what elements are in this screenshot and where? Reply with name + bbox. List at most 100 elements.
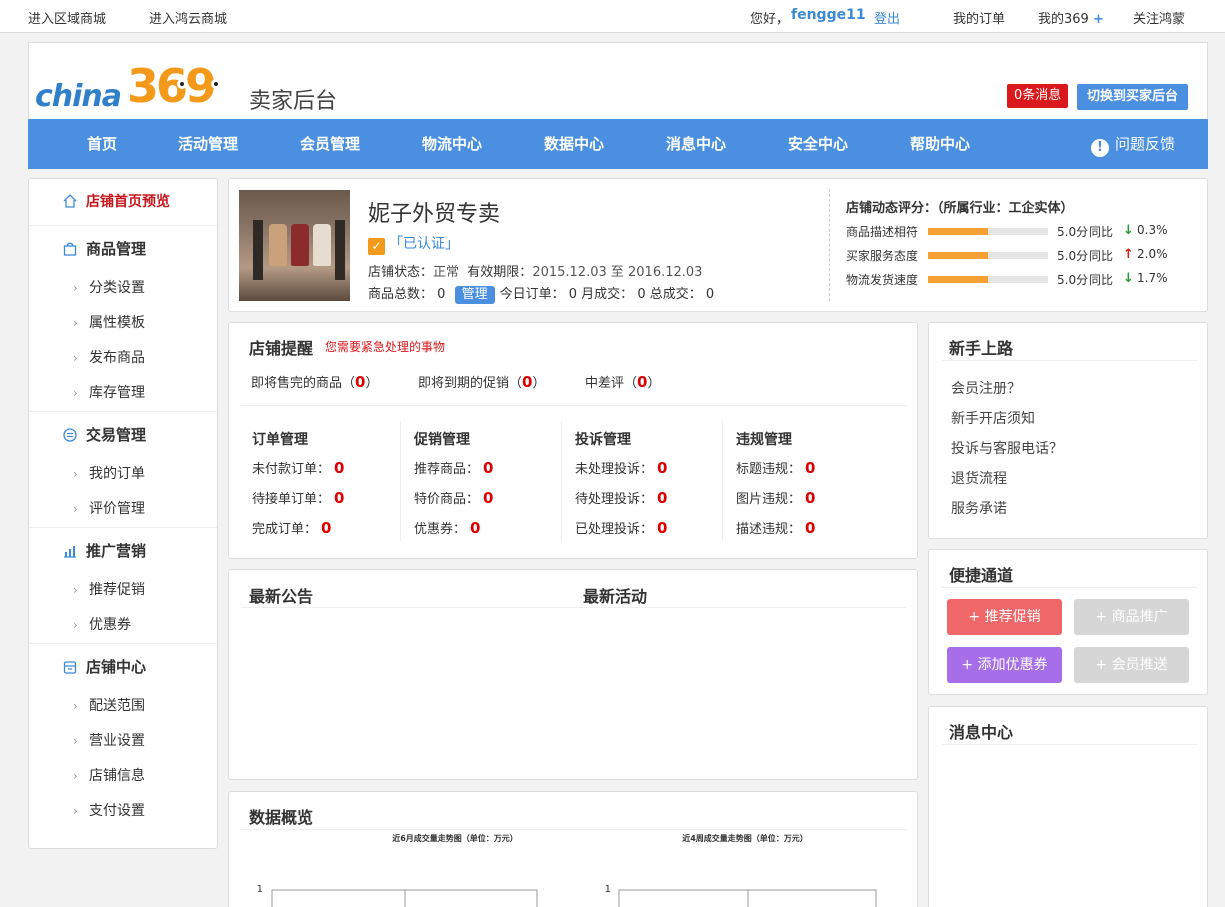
nav-item-home[interactable]: 首页 <box>87 119 117 169</box>
stat-item[interactable]: 完成订单： 0 <box>252 518 331 537</box>
nav-item-help[interactable]: 帮助中心 <box>910 119 970 169</box>
stat-item[interactable]: 优惠券： 0 <box>414 518 480 537</box>
stat-item[interactable]: 待接单订单： 0 <box>252 488 344 507</box>
stat-value: 0 <box>657 459 668 477</box>
valid-label: 有效期限： <box>467 265 533 280</box>
rating-label: 买家服务态度 <box>846 249 919 263</box>
sidebar-item-inventory[interactable]: 库存管理 <box>29 376 217 411</box>
newbie-link[interactable]: 会员注册？ <box>951 378 1021 398</box>
stat-value: 0 <box>657 489 668 507</box>
alert-item[interactable]: 即将售完的商品（0） <box>251 372 378 391</box>
stat-item[interactable]: 描述违规： 0 <box>736 518 815 537</box>
activities-title[interactable]: 最新活动 <box>583 583 647 607</box>
sidebar-item-publish[interactable]: 发布商品 <box>29 341 217 376</box>
manage-button[interactable]: 管理 <box>454 286 495 304</box>
sidebar-item-delivery[interactable]: 配送范围 <box>29 689 217 724</box>
section-title: 商品管理 <box>86 240 147 258</box>
stat-item[interactable]: 未处理投诉： 0 <box>575 458 667 477</box>
stat-label: 待接单订单： <box>252 492 331 507</box>
logo[interactable]: china 369 <box>35 57 241 114</box>
sidebar-item-reviews[interactable]: 评价管理 <box>29 492 217 527</box>
reminder-title: 店铺提醒 <box>249 339 314 358</box>
alert-bracket: （ <box>624 376 638 391</box>
reminder-subtitle: 您需要紧急处理的事物 <box>325 340 446 354</box>
username-link[interactable]: fengge11 <box>791 7 866 23</box>
nav-item-activity[interactable]: 活动管理 <box>178 119 238 169</box>
announcements-title[interactable]: 最新公告 <box>249 583 313 607</box>
goods-promo-button[interactable]: + 商品推广 <box>1074 599 1189 635</box>
newbie-link[interactable]: 服务承诺 <box>951 498 1007 518</box>
sidebar-item-coupon[interactable]: 优惠券 <box>29 608 217 643</box>
chart2-title: 近4周成交量走势图（单位：万元） <box>682 833 808 843</box>
total-value: 0 <box>437 287 446 302</box>
alert-bracket: ） <box>532 376 546 391</box>
member-push-button[interactable]: + 会员推送 <box>1074 647 1189 683</box>
messages-button[interactable]: 0条消息 <box>1007 84 1069 108</box>
column-title: 订单管理 <box>252 432 308 448</box>
msg-suffix: 条消息 <box>1022 88 1062 103</box>
chart1-ytick: 1 <box>257 884 263 895</box>
store-icon <box>63 661 77 674</box>
sidebar-item-my-orders[interactable]: 我的订单 <box>29 457 217 492</box>
sidebar-item-payment[interactable]: 支付设置 <box>29 794 217 829</box>
sidebar-item-business[interactable]: 营业设置 <box>29 724 217 759</box>
stat-item[interactable]: 待处理投诉： 0 <box>575 488 667 507</box>
nav-item-data[interactable]: 数据中心 <box>544 119 604 169</box>
rating-compare: 同比 <box>1089 249 1114 263</box>
alert-label: 即将售完的商品 <box>251 376 343 391</box>
follow-link[interactable]: 关注鸿蒙 <box>1133 8 1185 27</box>
region-mall-link[interactable]: 进入区域商城 <box>28 8 106 27</box>
quick-access-panel: 便捷通道 + 推荐促销 + 商品推广 + 添加优惠券 + 会员推送 <box>928 549 1208 695</box>
column-title: 促销管理 <box>414 432 470 448</box>
newbie-link[interactable]: 投诉与客服电话？ <box>951 438 1063 458</box>
rating-score: 5.0分 <box>1057 273 1089 287</box>
logo-number: 369 <box>127 59 217 113</box>
sidebar-section-marketing[interactable]: 推广营销 <box>29 527 217 573</box>
stat-item[interactable]: 推荐商品： 0 <box>414 458 493 477</box>
my369-link[interactable]: 我的369 + <box>1038 8 1104 27</box>
hongyun-mall-link[interactable]: 进入鸿云商城 <box>149 8 227 27</box>
newbie-link[interactable]: 新手开店须知 <box>951 408 1035 428</box>
feedback-label: 问题反馈 <box>1115 135 1176 153</box>
alert-item[interactable]: 中差评（0） <box>585 372 660 391</box>
my-orders-link[interactable]: 我的订单 <box>953 8 1005 27</box>
stat-value: 0 <box>805 489 816 507</box>
alert-item[interactable]: 即将到期的促销（0） <box>418 372 545 391</box>
recommend-promo-button[interactable]: + 推荐促销 <box>947 599 1062 635</box>
newbie-title: 新手上路 <box>949 339 1014 358</box>
arrow-down-icon: ↓ <box>1123 223 1134 238</box>
column-title: 违规管理 <box>736 432 792 448</box>
exclamation-icon: ! <box>1091 139 1109 157</box>
sidebar-item-attr-template[interactable]: 属性模板 <box>29 306 217 341</box>
stat-item[interactable]: 特价商品： 0 <box>414 488 493 507</box>
feedback-link[interactable]: ! 问题反馈 <box>1091 119 1175 169</box>
add-coupon-button[interactable]: + 添加优惠券 <box>947 647 1062 683</box>
stat-item[interactable]: 已处理投诉： 0 <box>575 518 667 537</box>
sidebar-item-promo[interactable]: 推荐促销 <box>29 573 217 608</box>
store-info-panel: 妮子外贸专卖 ✓ 「已认证」 店铺状态：正常 有效期限：2015.12.03 至 … <box>228 178 1208 312</box>
arrow-down-icon: ↓ <box>1123 271 1134 286</box>
logout-link[interactable]: 登出 <box>874 8 900 27</box>
nav-item-logistics[interactable]: 物流中心 <box>422 119 482 169</box>
nav-item-member[interactable]: 会员管理 <box>300 119 360 169</box>
alert-bracket: ） <box>365 376 379 391</box>
sidebar-section-goods[interactable]: 商品管理 <box>29 225 217 271</box>
sidebar-section-trade[interactable]: 交易管理 <box>29 411 217 457</box>
sidebar-item-category[interactable]: 分类设置 <box>29 271 217 306</box>
switch-to-buyer-button[interactable]: 切换到买家后台 <box>1077 84 1189 110</box>
sidebar-store-preview[interactable]: 店铺首页预览 <box>29 179 217 225</box>
sidebar-item-store-info[interactable]: 店铺信息 <box>29 759 217 794</box>
all-value: 0 <box>705 287 715 302</box>
stat-item[interactable]: 图片违规： 0 <box>736 488 815 507</box>
stat-value: 0 <box>483 489 494 507</box>
nav-item-messages[interactable]: 消息中心 <box>666 119 726 169</box>
exchange-icon <box>63 428 77 442</box>
valid-value: 2015.12.03 至 2016.12.03 <box>532 265 703 280</box>
sidebar-section-store[interactable]: 店铺中心 <box>29 643 217 689</box>
stat-item[interactable]: 未付款订单： 0 <box>252 458 344 477</box>
newbie-link[interactable]: 退货流程 <box>951 468 1007 488</box>
column-divider <box>561 421 562 541</box>
rating-compare: 同比 <box>1089 225 1114 239</box>
stat-item[interactable]: 标题违规： 0 <box>736 458 815 477</box>
nav-item-security[interactable]: 安全中心 <box>788 119 848 169</box>
